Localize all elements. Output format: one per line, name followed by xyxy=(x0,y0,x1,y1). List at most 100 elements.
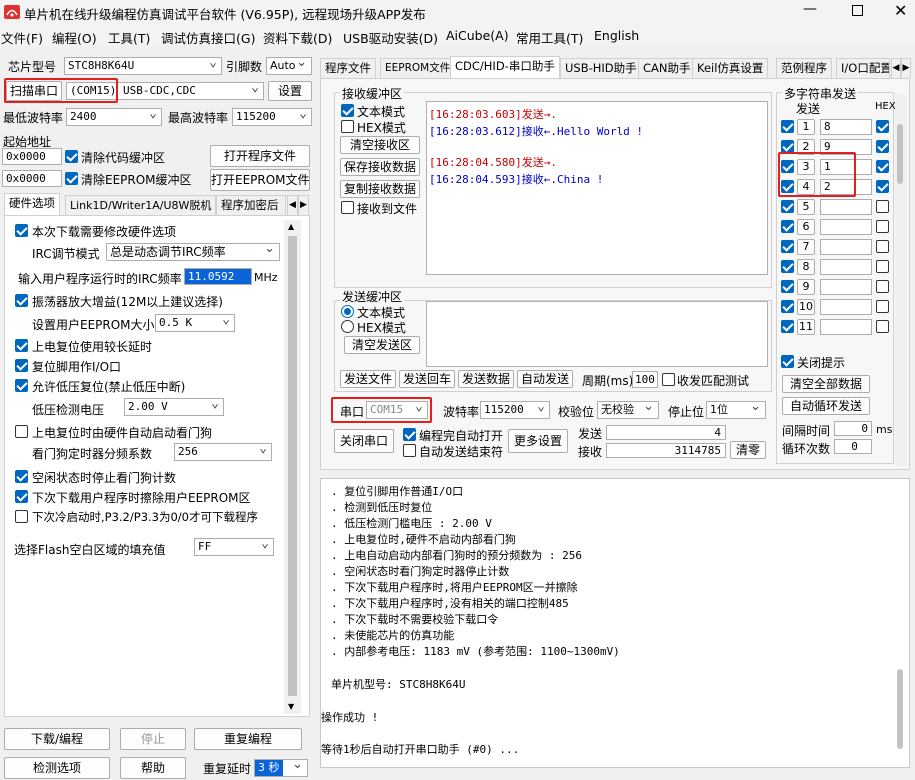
auto-loop-button[interactable]: 自动循环发送 xyxy=(782,397,870,415)
options-scrollbar[interactable]: ▲ ▼ xyxy=(284,220,301,714)
multi-send-row-button[interactable]: 1 xyxy=(797,119,815,135)
menu-common-tools[interactable]: 常用工具(T) xyxy=(516,28,583,47)
multi-send-input[interactable] xyxy=(820,279,872,295)
menu-usb-driver[interactable]: USB驱动安装(D) xyxy=(343,28,438,47)
log-scroll-thumb[interactable] xyxy=(897,669,903,749)
multi-send-input[interactable]: 8 xyxy=(820,119,872,135)
multi-hex-checkbox[interactable] xyxy=(876,300,889,313)
close-icon[interactable]: ✕ xyxy=(894,1,907,20)
period-input[interactable]: 100 xyxy=(632,371,658,388)
eeprom-address-input[interactable]: 0x0000 xyxy=(2,170,62,187)
clear-all-button[interactable]: 清空全部数据 xyxy=(782,375,870,393)
multi-send-input[interactable]: 9 xyxy=(820,139,872,155)
scroll-down-icon[interactable]: ▼ xyxy=(288,702,294,711)
irc-freq-input[interactable]: 11.0592 xyxy=(184,268,252,285)
recv-hex-mode-checkbox[interactable] xyxy=(341,120,354,133)
check-options-button[interactable]: 检测选项 xyxy=(4,757,110,779)
multi-send-input[interactable] xyxy=(820,239,872,255)
more-settings-button[interactable]: 更多设置 xyxy=(508,429,568,453)
menu-download[interactable]: 资料下载(D) xyxy=(263,28,332,47)
wdt-prescale-select[interactable]: 256 xyxy=(174,443,272,461)
multi-hex-checkbox[interactable] xyxy=(876,140,889,153)
tab-program-file[interactable]: 程序文件 xyxy=(320,58,376,78)
erase-eeprom-checkbox[interactable] xyxy=(15,490,28,503)
stop-button[interactable]: 停止 xyxy=(120,728,186,750)
lvr-checkbox[interactable] xyxy=(15,379,28,392)
osc-gain-checkbox[interactable] xyxy=(15,294,28,307)
multi-send-row-button[interactable]: 5 xyxy=(797,199,815,215)
settings-button[interactable]: 设置 xyxy=(268,81,312,101)
send-text-mode-radio[interactable] xyxy=(341,305,354,318)
scan-port-button[interactable]: 扫描串口 xyxy=(6,81,62,101)
multi-send-checkbox[interactable] xyxy=(781,140,794,153)
multi-send-checkbox[interactable] xyxy=(781,300,794,313)
tab-serial-assistant[interactable]: CDC/HID-串口助手 xyxy=(450,56,560,78)
tab-encrypt[interactable]: 程序加密后 xyxy=(216,195,286,215)
auto-end-checkbox[interactable] xyxy=(403,444,416,457)
code-address-input[interactable]: 0x0000 xyxy=(2,148,62,165)
interval-input[interactable]: 0 xyxy=(834,421,872,436)
rtab-scroll-left-icon[interactable]: ◀ xyxy=(891,58,901,78)
menu-tools[interactable]: 工具(T) xyxy=(108,28,150,47)
open-program-button[interactable]: 打开程序文件 xyxy=(210,145,310,167)
lvd-select[interactable]: 2.00 V xyxy=(124,398,224,416)
auto-send-button[interactable]: 自动发送 xyxy=(517,370,573,388)
clear-code-checkbox[interactable] xyxy=(65,150,78,163)
copy-recv-button[interactable]: 复制接收数据 xyxy=(340,180,420,198)
port-select[interactable]: (COM15) USB-CDC,CDC xyxy=(66,82,264,100)
send-textarea[interactable] xyxy=(426,301,768,367)
multi-send-input[interactable] xyxy=(820,199,872,215)
menu-debug[interactable]: 调试仿真接口(G) xyxy=(161,28,255,47)
recv-to-file-checkbox[interactable] xyxy=(341,201,354,214)
recv-text-mode-checkbox[interactable] xyxy=(341,104,354,117)
close-tip-checkbox[interactable] xyxy=(781,355,794,368)
multi-send-checkbox[interactable] xyxy=(781,220,794,233)
multi-hex-checkbox[interactable] xyxy=(876,240,889,253)
parity-combo[interactable]: 无校验 xyxy=(597,401,659,419)
tab-hardware-options[interactable]: 硬件选项 xyxy=(4,193,60,215)
match-test-checkbox[interactable] xyxy=(662,373,675,386)
irc-mode-select[interactable]: 总是动态调节IRC频率 xyxy=(106,243,280,261)
stop-bits-combo[interactable]: 1位 xyxy=(706,401,766,419)
multi-send-row-button[interactable]: 7 xyxy=(797,239,815,255)
multi-send-input[interactable]: 2 xyxy=(820,179,872,195)
idle-wdt-checkbox[interactable] xyxy=(15,470,28,483)
tab-link1d[interactable]: Link1D/Writer1A/U8W脱机 xyxy=(65,195,217,215)
tab-eeprom-file[interactable]: EEPROM文件 xyxy=(380,58,456,78)
scroll-thumb[interactable] xyxy=(288,236,297,696)
auto-open-checkbox[interactable] xyxy=(403,428,416,441)
save-recv-button[interactable]: 保存接收数据 xyxy=(340,158,420,176)
send-hex-mode-radio[interactable] xyxy=(341,320,354,333)
multi-hex-checkbox[interactable] xyxy=(876,320,889,333)
tab-can[interactable]: CAN助手 xyxy=(638,58,696,78)
eeprom-size-select[interactable]: 0.5 K xyxy=(155,314,235,332)
maximize-icon[interactable] xyxy=(852,5,863,16)
send-file-button[interactable]: 发送文件 xyxy=(340,370,396,388)
menu-program[interactable]: 编程(O) xyxy=(52,28,97,47)
baud-combo[interactable]: 115200 xyxy=(480,401,550,419)
clear-recv-button[interactable]: 清空接收区 xyxy=(340,136,420,154)
pin-select[interactable]: Auto xyxy=(266,57,312,75)
recv-textarea[interactable]: [16:28:03.603]发送→. [16:28:03.612]接收←.Hel… xyxy=(426,101,768,275)
clear-count-button[interactable]: 清零 xyxy=(730,441,766,459)
menu-aicube[interactable]: AiCube(A) xyxy=(446,28,509,43)
download-button[interactable]: 下载/编程 xyxy=(4,728,110,750)
minimize-icon[interactable]: — xyxy=(803,1,817,17)
open-eeprom-button[interactable]: 打开EEPROM文件 xyxy=(210,169,310,191)
reset-io-checkbox[interactable] xyxy=(15,359,28,372)
multi-hex-checkbox[interactable] xyxy=(876,220,889,233)
multi-hex-checkbox[interactable] xyxy=(876,160,889,173)
multi-hex-checkbox[interactable] xyxy=(876,180,889,193)
multi-send-input[interactable] xyxy=(820,259,872,275)
flash-fill-select[interactable]: FF xyxy=(194,538,274,556)
multi-send-input[interactable]: 1 xyxy=(820,159,872,175)
menu-english[interactable]: English xyxy=(594,28,639,43)
multi-scroll-thumb[interactable] xyxy=(897,124,903,184)
multi-send-row-button[interactable]: 6 xyxy=(797,219,815,235)
multi-send-row-button[interactable]: 4 xyxy=(797,179,815,195)
multi-send-row-button[interactable]: 2 xyxy=(797,139,815,155)
chip-select[interactable]: STC8H8K64U xyxy=(64,57,222,75)
long-delay-checkbox[interactable] xyxy=(15,339,28,352)
multi-send-row-button[interactable]: 11 xyxy=(797,319,815,335)
multi-send-input[interactable] xyxy=(820,299,872,315)
